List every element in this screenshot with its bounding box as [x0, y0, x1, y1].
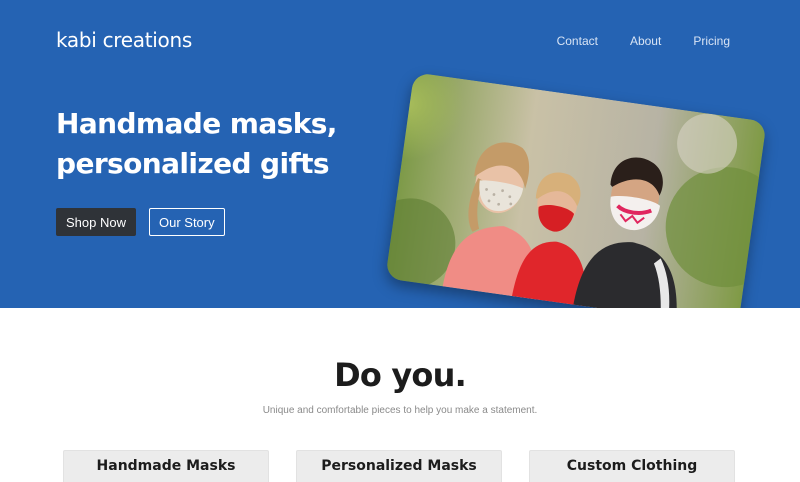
card-title: Personalized Masks	[321, 458, 477, 474]
hero-headline: Handmade masks, personalized gifts	[56, 104, 337, 184]
our-story-button[interactable]: Our Story	[148, 208, 225, 236]
hero-section: kabi creations Contact About Pricing Han…	[0, 0, 800, 308]
main-nav: Contact About Pricing	[557, 34, 730, 48]
hero-headline-line-1: Handmade masks,	[56, 107, 337, 140]
card-handmade-masks[interactable]: Handmade Masks	[63, 450, 269, 482]
card-personalized-masks[interactable]: Personalized Masks	[296, 450, 502, 482]
card-title: Custom Clothing	[566, 458, 698, 474]
hero-buttons: Shop Now Our Story	[56, 208, 225, 236]
brand-logo[interactable]: kabi creations	[56, 28, 192, 52]
nav-link-about[interactable]: About	[630, 34, 661, 48]
product-cards: Handmade Masks Personalized Masks Custom…	[63, 450, 735, 482]
section-title: Do you.	[334, 356, 467, 394]
hero-headline-line-2: personalized gifts	[56, 147, 330, 180]
shop-now-button[interactable]: Shop Now	[56, 208, 136, 236]
nav-link-pricing[interactable]: Pricing	[693, 34, 730, 48]
section-subtitle: Unique and comfortable pieces to help yo…	[262, 405, 538, 416]
hero-photo	[385, 72, 767, 308]
card-custom-clothing[interactable]: Custom Clothing	[529, 450, 735, 482]
card-title: Handmade Masks	[96, 458, 236, 474]
nav-link-contact[interactable]: Contact	[557, 34, 598, 48]
family-masks-photo	[385, 72, 767, 308]
